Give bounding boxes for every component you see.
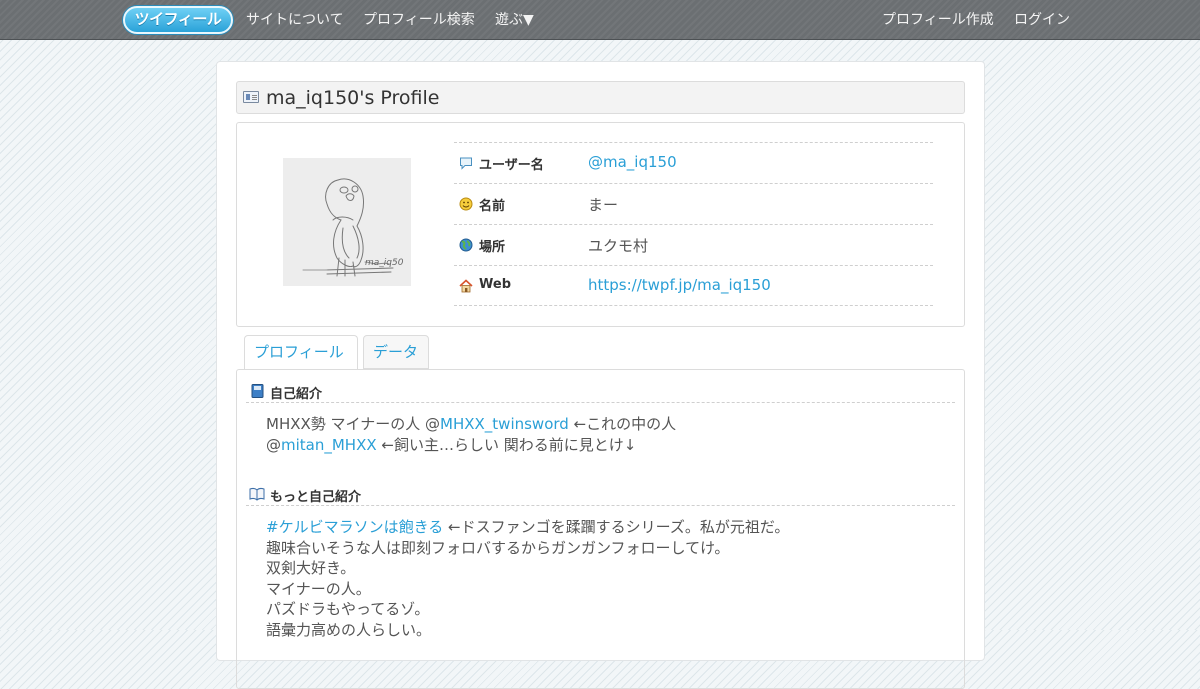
page-title: ma_iq150's Profile (266, 87, 440, 109)
hashtag-link[interactable]: #ケルビマラソンは飽きる (266, 518, 443, 536)
info-label: 場所 (479, 240, 506, 255)
info-row-name: 名前 まー (454, 183, 933, 224)
section-more-heading: もっと自己紹介 (246, 482, 955, 506)
globe-icon (459, 238, 473, 252)
top-navbar: ツイフィール サイトについて プロフィール検索 遊ぶ▼ プロフィール作成 ログイ… (0, 0, 1200, 40)
avatar: ma_iq50 (283, 158, 411, 286)
info-label: ユーザー名 (479, 158, 544, 173)
name-value: まー (588, 196, 619, 214)
username-link[interactable]: @ma_iq150 (588, 153, 677, 171)
svg-text:ma_iq50: ma_iq50 (365, 258, 404, 268)
profile-content: 自己紹介 MHXX勢 マイナーの人 @MHXX_twinsword ←これの中の… (236, 369, 965, 689)
nav-search-link[interactable]: プロフィール検索 (363, 0, 475, 40)
tab-data[interactable]: データ (363, 335, 429, 369)
house-icon (459, 279, 473, 293)
profile-title-bar: ma_iq150's Profile (236, 81, 965, 114)
section-intro-heading: 自己紹介 (246, 379, 955, 403)
mention-link[interactable]: mitan_MHXX (281, 436, 377, 454)
nav-about-link[interactable]: サイトについて (246, 0, 344, 40)
speech-bubble-icon (460, 157, 472, 170)
notebook-icon (251, 384, 264, 398)
open-book-icon (249, 487, 265, 501)
tab-profile[interactable]: プロフィール (244, 335, 358, 370)
intro-text: MHXX勢 マイナーの人 @MHXX_twinsword ←これの中の人 @mi… (266, 415, 677, 454)
mention-link[interactable]: MHXX_twinsword (440, 415, 569, 433)
more-intro-text: #ケルビマラソンは飽きる ←ドスファンゴを蹂躙するシリーズ。私が元祖だ。 趣味合… (266, 518, 790, 639)
info-row-web: Web https://twpf.jp/ma_iq150 (454, 265, 933, 306)
profile-info-box: ma_iq50 ユーザー名 @ma_iq150 名前 まー 場所 ユクモ村 We… (236, 122, 965, 327)
web-link[interactable]: https://twpf.jp/ma_iq150 (588, 276, 771, 294)
info-row-username: ユーザー名 @ma_iq150 (454, 142, 933, 183)
info-label: 名前 (479, 199, 506, 214)
site-logo[interactable]: ツイフィール (123, 6, 233, 34)
location-value: ユクモ村 (588, 237, 649, 255)
nav-login-link[interactable]: ログイン (1014, 0, 1070, 40)
id-card-icon (243, 91, 259, 103)
info-label: Web (479, 277, 511, 292)
profile-card: ma_iq150's Profile ma_iq50 ユーザー名 @ma_iq1… (216, 61, 985, 689)
nav-play-dropdown[interactable]: 遊ぶ▼ (495, 0, 534, 40)
profile-info-table: ユーザー名 @ma_iq150 名前 まー 場所 ユクモ村 Web https:… (454, 142, 933, 306)
info-row-location: 場所 ユクモ村 (454, 224, 933, 265)
smiley-icon (459, 197, 473, 211)
nav-create-profile-link[interactable]: プロフィール作成 (882, 0, 994, 40)
